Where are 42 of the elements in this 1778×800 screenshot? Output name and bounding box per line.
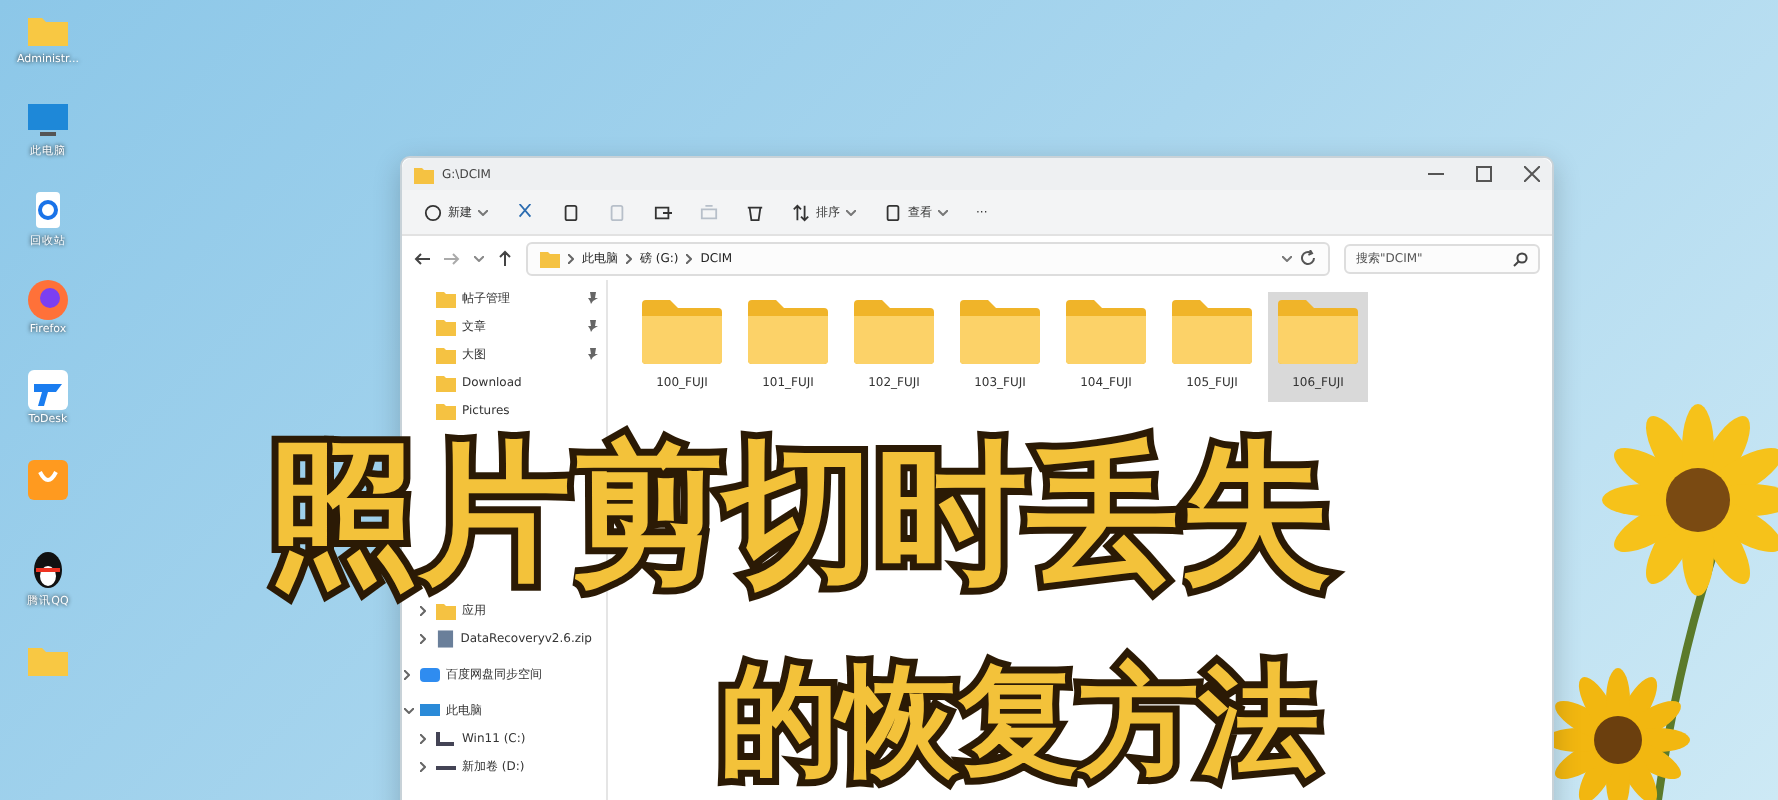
up-arrow-icon[interactable] <box>498 250 512 266</box>
chevron-icon[interactable] <box>420 633 426 643</box>
folder-icon <box>1066 300 1146 364</box>
trash-icon <box>746 203 764 221</box>
chevron-icon <box>626 253 632 263</box>
close-icon[interactable] <box>1524 166 1540 182</box>
folder-icon <box>960 300 1040 364</box>
search-icon <box>1512 251 1528 267</box>
monitor-icon <box>420 701 440 719</box>
caret-icon[interactable] <box>1282 255 1292 261</box>
folder-icon <box>854 300 934 364</box>
headline-text: 照片剪切时丢失 <box>267 438 1331 590</box>
pin-icon[interactable] <box>588 292 598 304</box>
refresh-icon[interactable] <box>1300 250 1316 266</box>
caret-icon[interactable] <box>474 255 484 261</box>
monitor-icon[interactable] <box>26 98 70 142</box>
caret-icon[interactable] <box>404 707 414 713</box>
folder-icon <box>540 249 560 267</box>
folder-icon <box>1278 300 1358 364</box>
folder-icon <box>748 300 828 364</box>
caret-icon <box>938 209 948 215</box>
chevron-icon <box>568 253 574 263</box>
folder-icon <box>436 601 456 619</box>
chevron-icon[interactable] <box>404 669 410 679</box>
app-icon[interactable] <box>26 368 70 412</box>
caret-icon <box>478 209 488 215</box>
back-arrow-icon[interactable] <box>414 251 430 265</box>
cloud-drive-icon <box>420 665 440 683</box>
headline-text: 的恢复方法 <box>719 662 1319 782</box>
folder-icon <box>414 165 434 183</box>
chevron-icon[interactable] <box>420 605 426 615</box>
chevron-icon[interactable] <box>420 761 426 771</box>
maximize-icon[interactable] <box>1476 166 1492 182</box>
pin-icon[interactable] <box>588 348 598 360</box>
folder-icon <box>642 300 722 364</box>
chevron-icon[interactable] <box>420 733 426 743</box>
sort-icon <box>792 203 810 221</box>
chevron-icon <box>686 253 693 263</box>
pin-icon[interactable] <box>588 320 598 332</box>
caret-icon <box>846 209 856 215</box>
browser-icon[interactable] <box>26 278 70 322</box>
folder-icon <box>1172 300 1252 364</box>
